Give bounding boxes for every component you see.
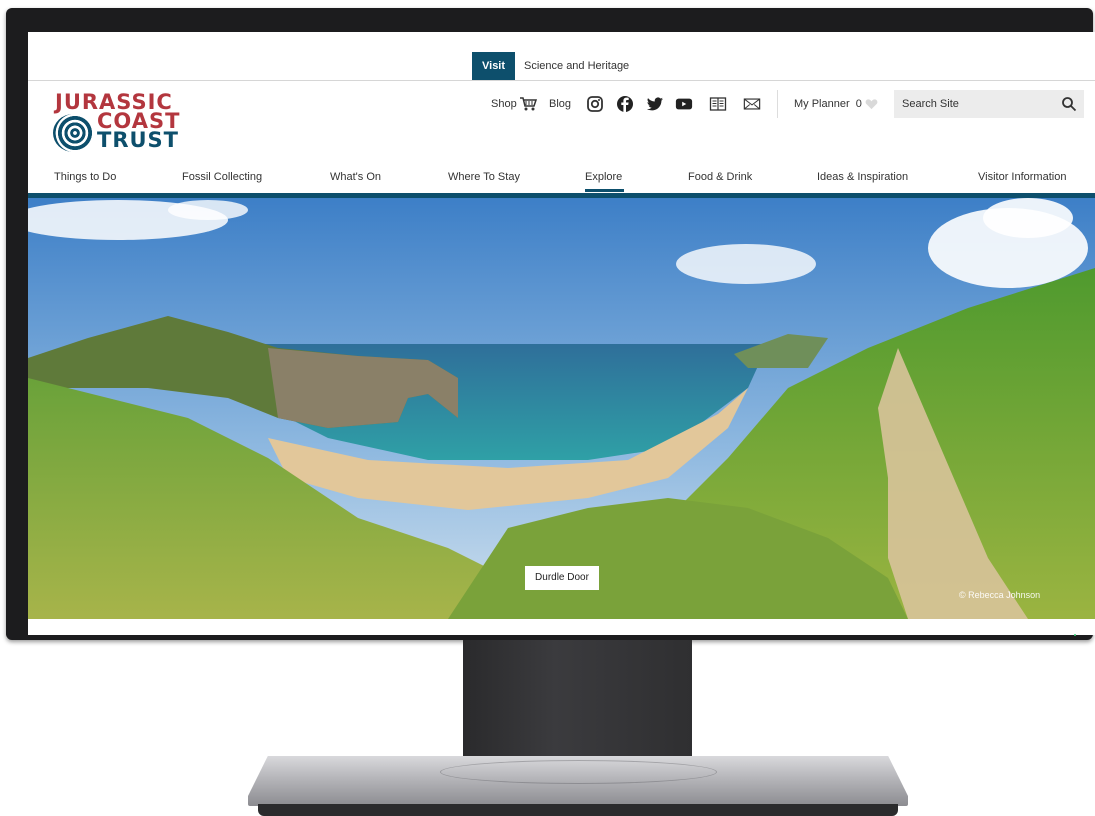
power-led <box>1074 634 1076 636</box>
book-icon[interactable] <box>709 95 727 113</box>
cart-icon[interactable] <box>519 96 537 112</box>
search-box[interactable]: Search Site <box>894 90 1084 118</box>
nav-explore[interactable]: Explore <box>585 171 622 183</box>
nav-ideas-and-inspiration[interactable]: Ideas & Inspiration <box>817 171 908 183</box>
search-input[interactable]: Search Site <box>902 98 959 110</box>
search-icon[interactable] <box>1061 96 1077 112</box>
instagram-icon[interactable] <box>586 95 604 113</box>
shop-link[interactable]: Shop <box>491 98 517 110</box>
hero-landscape <box>28 198 1095 619</box>
mail-icon[interactable] <box>743 95 761 113</box>
my-planner-label: My Planner <box>794 98 850 110</box>
heart-icon[interactable] <box>865 98 878 110</box>
nav-visitor-information[interactable]: Visitor Information <box>978 171 1066 183</box>
nav-where-to-stay[interactable]: Where To Stay <box>448 171 520 183</box>
photo-credit: © Rebecca Johnson <box>959 590 1041 600</box>
monitor-stand-neck <box>463 640 692 768</box>
site-logo[interactable]: JURASSIC COAST TRUST <box>53 90 203 156</box>
nav-food-and-drink[interactable]: Food & Drink <box>688 171 752 183</box>
hero-caption: Durdle Door <box>525 566 599 590</box>
monitor-stand-shadow <box>258 804 898 816</box>
twitter-icon[interactable] <box>646 95 664 113</box>
ammonite-icon <box>53 114 93 152</box>
nav-whats-on[interactable]: What's On <box>330 171 381 183</box>
my-planner-link[interactable]: My Planner 0 <box>794 98 862 110</box>
header-divider <box>777 90 778 118</box>
planner-count: 0 <box>855 98 862 110</box>
youtube-icon[interactable] <box>675 95 693 113</box>
nav-active-indicator <box>585 189 624 192</box>
tab-science-and-heritage[interactable]: Science and Heritage <box>514 52 639 80</box>
logo-line-3: TRUST <box>97 128 179 152</box>
monitor-stand-ring <box>440 760 717 784</box>
hero-image <box>28 198 1095 619</box>
browser-screen: Visit Science and Heritage JURASSIC COAS… <box>28 32 1095 635</box>
nav-things-to-do[interactable]: Things to Do <box>54 171 116 183</box>
tab-visit[interactable]: Visit <box>472 52 516 80</box>
page-bottom-strip <box>28 619 1095 635</box>
facebook-icon[interactable] <box>616 95 634 113</box>
monitor-bezel: Visit Science and Heritage JURASSIC COAS… <box>6 8 1095 640</box>
top-bar: Visit Science and Heritage <box>28 32 1095 81</box>
nav-fossil-collecting[interactable]: Fossil Collecting <box>182 171 262 183</box>
blog-link[interactable]: Blog <box>549 98 571 110</box>
